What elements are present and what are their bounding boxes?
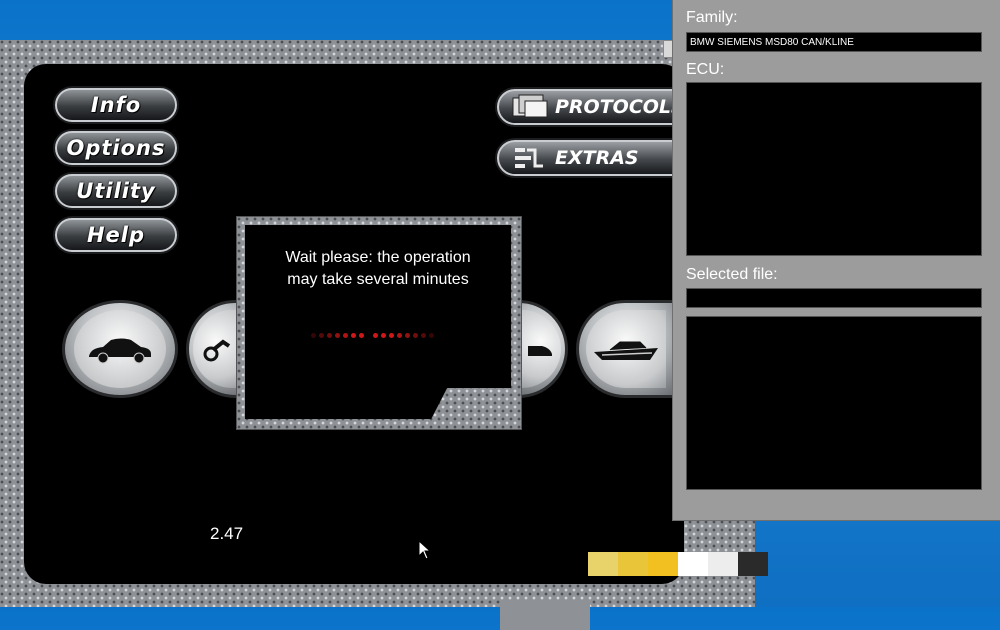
selected-file-label: Selected file: [686, 266, 778, 283]
status-strip [588, 552, 768, 576]
ecu-list[interactable] [686, 82, 982, 256]
car-icon [89, 338, 151, 364]
version-label: 2.47 [210, 524, 244, 543]
family-label: Family: [686, 9, 738, 26]
utility-button[interactable]: Utility [55, 174, 177, 208]
car-button[interactable] [62, 300, 178, 398]
help-button[interactable]: Help [55, 218, 177, 252]
protocols-button[interactable]: PROTOCOLS [497, 89, 697, 125]
selected-file-details[interactable] [686, 316, 982, 490]
frame-notch [500, 600, 590, 630]
mouse-cursor-icon [418, 540, 432, 560]
protocols-label: PROTOCOLS [555, 96, 685, 118]
boat-button[interactable] [576, 300, 676, 398]
info-button[interactable]: Info [55, 88, 177, 122]
wait-message: Wait please: the operation may take seve… [237, 247, 519, 291]
ecu-label: ECU: [686, 61, 725, 78]
protocols-icon [512, 94, 548, 118]
car-icon [528, 346, 552, 356]
wait-dialog: Wait please: the operation may take seve… [236, 216, 522, 430]
info-panel: Family: BMW SIEMENS MSD80 CAN/KLINE ECU:… [672, 0, 1000, 521]
wait-message-line-1: Wait please: the operation [285, 249, 471, 266]
boat-icon [594, 341, 658, 360]
progress-indicator [311, 333, 434, 338]
selected-file-field[interactable] [686, 288, 982, 308]
extras-label: EXTRAS [555, 147, 639, 169]
extras-button[interactable]: EXTRAS [497, 140, 697, 176]
options-button[interactable]: Options [55, 131, 177, 165]
motorbike-icon [203, 339, 231, 362]
extras-icon [515, 148, 543, 168]
wait-message-line-2: may take several minutes [287, 271, 469, 288]
family-field[interactable]: BMW SIEMENS MSD80 CAN/KLINE [686, 32, 982, 52]
